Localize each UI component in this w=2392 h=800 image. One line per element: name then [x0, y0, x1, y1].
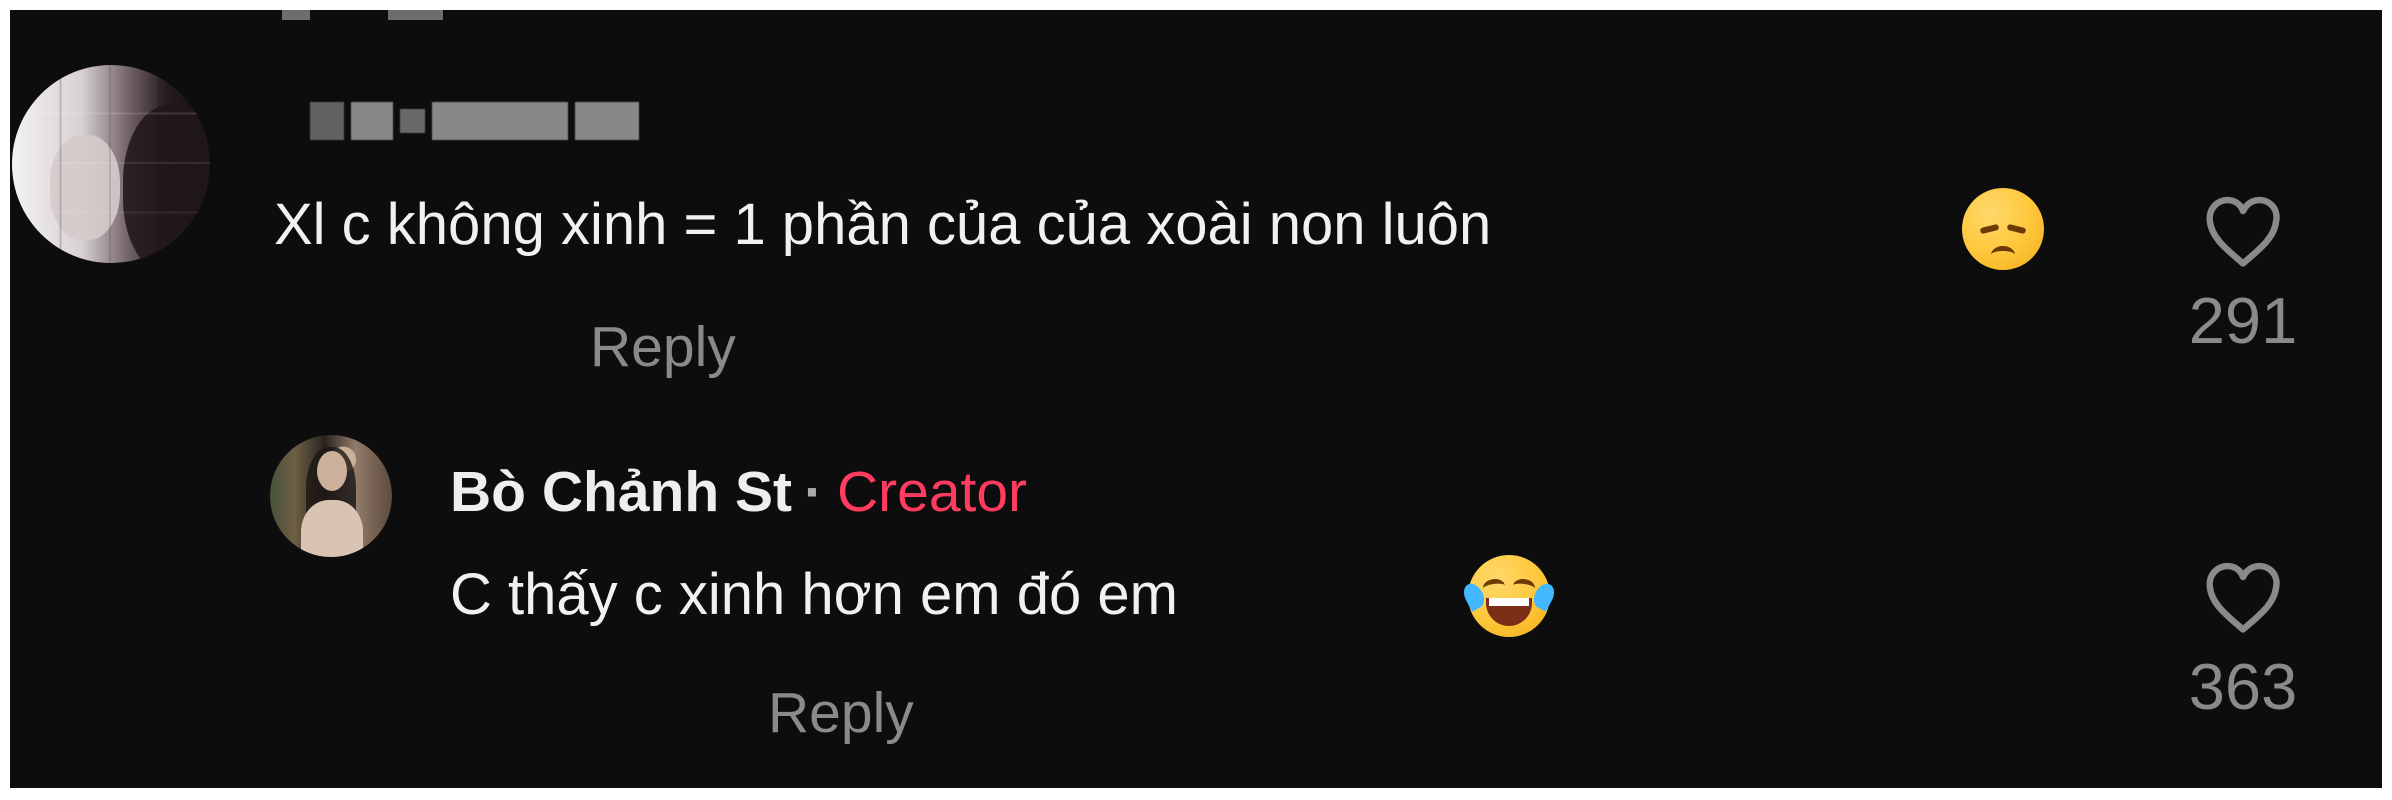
blurred-name-segment: [310, 102, 344, 140]
commenter-name-blurred[interactable]: [310, 102, 639, 140]
tears-of-joy-emoji: [1459, 555, 1559, 637]
reply-date-blurred: [448, 682, 658, 744]
blurred-name-segment: [351, 102, 393, 140]
top-pixel-artifact: [388, 10, 443, 20]
dot-separator: ·: [803, 460, 823, 524]
heart-icon: [2206, 196, 2280, 267]
comment-date-blurred: [280, 316, 490, 378]
creator-avatar[interactable]: [270, 435, 392, 557]
creator-name[interactable]: Bò Chảnh St: [450, 460, 792, 524]
like-count: 291: [2188, 284, 2298, 357]
top-pixel-artifact: [282, 10, 310, 20]
reply-text: C thấy c xinh hơn em đó em: [450, 562, 1178, 627]
comment-meta-row: Reply: [280, 312, 736, 382]
comment-text: Xl c không xinh = 1 phần của của xoài no…: [274, 192, 1492, 257]
creator-badge: Creator: [836, 460, 1028, 524]
comment-like-button[interactable]: 291: [2187, 188, 2299, 356]
reply-link[interactable]: Reply: [590, 312, 736, 382]
heart-icon: [2206, 562, 2280, 633]
reply-header: Bò Chảnh St · Creator: [450, 457, 1027, 527]
avatar-mosaic: [12, 65, 210, 263]
reply-link[interactable]: Reply: [768, 678, 914, 748]
reply-like-button[interactable]: 363: [2187, 554, 2299, 722]
like-count: 363: [2188, 650, 2298, 723]
blurred-name-segment: [400, 109, 425, 133]
comment-thread-panel: Xl c không xinh = 1 phần của của xoài no…: [10, 10, 2382, 788]
reply-meta-row: Reply: [448, 678, 914, 748]
commenter-avatar[interactable]: [12, 65, 210, 263]
blurred-name-segment: [575, 102, 639, 140]
blurred-name-segment: [432, 102, 568, 140]
disappointed-face-emoji: [1962, 188, 2044, 270]
creator-avatar-head: [317, 451, 347, 491]
creator-avatar-body: [301, 500, 363, 557]
